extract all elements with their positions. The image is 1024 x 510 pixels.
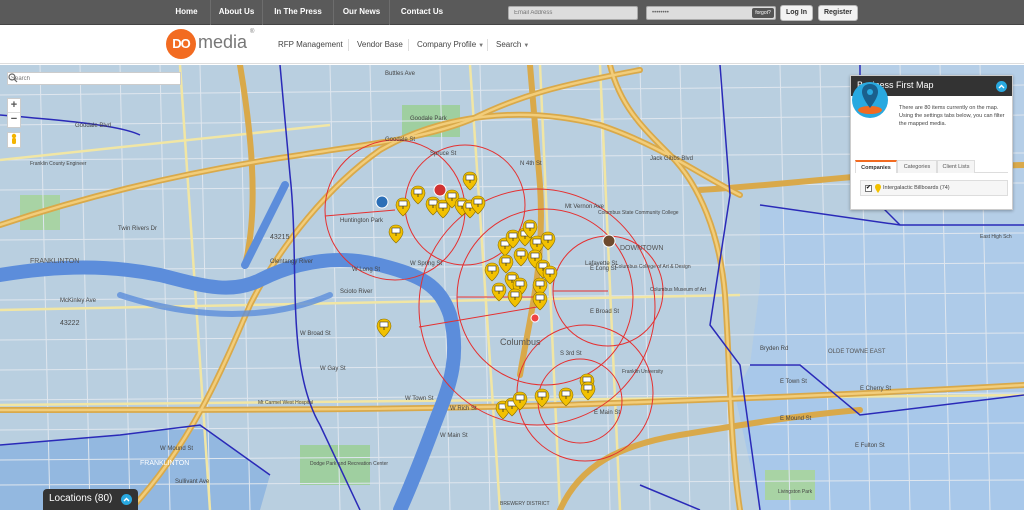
svg-text:McKinley Ave: McKinley Ave [60,298,97,304]
red-marker[interactable] [433,183,447,197]
svg-text:W Main St: W Main St [440,433,468,439]
svg-text:Sullivant Ave: Sullivant Ave [175,479,210,485]
svg-text:E Broad St: E Broad St [590,309,619,315]
svg-text:Buttles Ave: Buttles Ave [385,71,416,77]
locations-tab[interactable]: Locations (80) [43,489,138,510]
nav-about-us[interactable]: About Us [211,0,263,25]
nav-rfp-management[interactable]: RFP Management [270,39,351,51]
svg-text:Goodale Park: Goodale Park [410,116,448,122]
nav-contact-us[interactable]: Contact Us [390,0,454,25]
nav-in-the-press[interactable]: In The Press [263,0,334,25]
email-field[interactable] [508,6,638,20]
svg-text:East High Sch: East High Sch [980,234,1012,240]
map-search[interactable] [7,72,181,85]
chevron-up-icon [998,84,1005,89]
logo-registered: ® [250,29,255,35]
expand-locations-button[interactable] [121,494,132,505]
svg-text:Dodge Park and Recreation Cent: Dodge Park and Recreation Center [310,461,388,467]
flag-marker[interactable] [530,313,540,323]
forgot-password-button[interactable]: forgot? [752,8,774,18]
top-bar: Home About Us In The Press Our News Cont… [0,0,1024,25]
company-filter-label: Intergalactic Billboards (74) [883,185,950,191]
svg-text:FRANKLINTON: FRANKLINTON [140,460,189,467]
nav-company-profile[interactable]: Company Profile ▼ [408,39,492,51]
search-icon[interactable] [8,73,18,83]
svg-text:W Rich St: W Rich St [450,406,477,412]
logo-word: media [198,32,248,52]
svg-text:W Mound St: W Mound St [160,446,193,452]
svg-text:Scioto River: Scioto River [340,289,372,295]
nav-our-news[interactable]: Our News [334,0,390,25]
nav-search-label: Search [496,40,522,49]
main-header: DO media ® RFP Management Vendor Base Co… [0,25,1024,64]
svg-text:E Mound St: E Mound St [780,416,812,422]
svg-text:OLDE TOWNE EAST: OLDE TOWNE EAST [828,349,886,355]
tab-companies[interactable]: Companies [855,160,897,173]
svg-text:E Town St: E Town St [780,379,807,385]
svg-text:DOWNTOWN: DOWNTOWN [620,245,663,252]
billboard-pin-icon [875,184,881,193]
map-search-input[interactable] [8,73,168,84]
svg-text:Goodale St: Goodale St [385,137,415,143]
svg-text:N 4th St: N 4th St [520,161,542,167]
nav-vendor-base[interactable]: Vendor Base [348,39,411,51]
locations-label: Locations (80) [49,493,113,504]
svg-text:Twin Rivers Dr: Twin Rivers Dr [118,226,157,232]
nav-home[interactable]: Home [163,0,211,25]
svg-text:Goodale Blvd: Goodale Blvd [75,123,111,129]
register-button[interactable]: Register [818,5,858,21]
logo-mark: DO [166,29,196,59]
svg-text:43222: 43222 [60,320,80,327]
svg-text:W Gay St: W Gay St [320,366,346,372]
panel-tabs: Companies Categories Client Lists [855,160,1008,173]
svg-text:Jack Gibbs Blvd: Jack Gibbs Blvd [650,156,693,162]
company-filter-item[interactable]: ✔ Intergalactic Billboards (74) [860,180,1008,196]
map-canvas[interactable]: Goodale Park Goodale St Goodale Blvd Spr… [0,65,1024,510]
login-button[interactable]: Log In [780,5,813,21]
svg-text:W Town St: W Town St [405,396,434,402]
svg-text:43215: 43215 [270,234,290,241]
chevron-up-icon [123,497,130,502]
special-marker[interactable] [375,195,389,209]
svg-text:Mt Carmel West Hospital: Mt Carmel West Hospital [258,400,313,406]
svg-text:Columbus Museum of Art: Columbus Museum of Art [650,287,707,293]
svg-text:E Cherry St: E Cherry St [860,386,891,392]
panel-description: There are 80 items currently on the map.… [899,105,1005,127]
business-first-panel: Business First Map There are 80 items cu… [850,75,1013,210]
svg-text:Spruce St: Spruce St [430,151,457,157]
nav-company-profile-label: Company Profile [417,40,477,49]
svg-text:FRANKLINTON: FRANKLINTON [30,258,79,265]
brown-marker[interactable] [602,234,616,248]
svg-text:Bryden Rd: Bryden Rd [760,346,788,352]
chevron-down-icon: ▼ [523,43,530,49]
svg-text:Columbus College of Art & Desi: Columbus College of Art & Design [615,264,691,270]
svg-text:Columbus State Community Colle: Columbus State Community College [598,210,679,216]
map-pin-icon [852,82,888,118]
svg-text:Huntington Park: Huntington Park [340,218,384,224]
company-checkbox[interactable]: ✔ [865,185,872,192]
svg-text:Olentangy River: Olentangy River [270,259,313,265]
svg-text:Columbus: Columbus [500,337,541,347]
svg-text:W Broad St: W Broad St [300,331,331,337]
chevron-down-icon: ▼ [478,43,485,49]
svg-text:S 3rd St: S 3rd St [560,351,582,357]
svg-text:BREWERY DISTRICT: BREWERY DISTRICT [500,501,550,507]
svg-text:Lafayette St: Lafayette St [585,261,617,267]
zoom-in-button[interactable]: + [8,99,20,113]
svg-text:Livingston Park: Livingston Park [778,489,813,495]
tab-categories[interactable]: Categories [897,160,937,173]
zoom-out-button[interactable]: − [8,113,20,127]
zoom-controls: + − [7,98,21,128]
svg-text:W Spring St: W Spring St [410,261,442,267]
nav-search[interactable]: Search ▼ [487,39,537,51]
svg-text:Franklin County Engineer: Franklin County Engineer [30,161,87,167]
svg-text:Franklin University: Franklin University [622,369,664,375]
svg-text:E Main St: E Main St [594,410,620,416]
street-view-pegman-icon[interactable] [7,132,21,148]
tab-client-lists[interactable]: Client Lists [937,160,975,173]
svg-text:E Fulton St: E Fulton St [855,443,885,449]
svg-text:W Long St: W Long St [352,267,380,273]
collapse-panel-button[interactable] [996,81,1007,92]
